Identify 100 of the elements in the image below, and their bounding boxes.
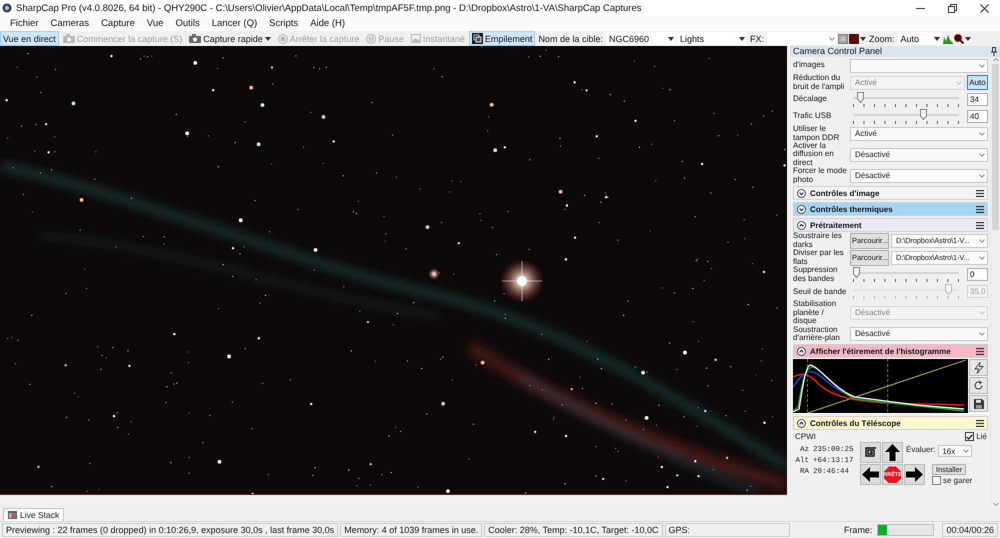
field-label: Réduction du bruit de l'ampli [793,74,846,91]
scrollbar[interactable] [990,57,1000,507]
swatch-icon[interactable] [838,34,848,44]
value-field[interactable]: 0 [967,268,988,282]
field-label: Seuil de bande [793,288,848,296]
chevron-down-icon[interactable] [797,204,806,214]
toolbar-button[interactable]: Capture rapide [186,31,274,46]
status-text: Previewing : 22 frames (0 dropped) in 0:10:26,9, exposure 30,0s , last frame 30,0s [2,523,338,537]
status-text: Memory: 4 of 1039 frames in use. [340,523,482,537]
menu-icon[interactable] [976,222,984,229]
menu-icon[interactable] [976,206,984,213]
camera-icon [62,34,75,43]
pin-icon[interactable] [991,47,997,56]
chevron-down-icon[interactable] [797,188,806,198]
menu-item[interactable]: Outils [169,16,206,31]
spiral-button[interactable] [860,442,881,464]
mount-name: CPWI [795,432,816,442]
section-title: Contrôles thermiques [810,204,894,214]
dropdown[interactable]: Désactivé [850,168,988,183]
checkbox[interactable] [965,432,974,442]
field-label: Soustraction d'arrière-plan [793,326,841,342]
chevron-up-icon[interactable] [797,418,806,428]
target-combo[interactable]: NGC6960 [606,32,676,45]
arrow-right-icon [906,467,923,482]
menu-item[interactable]: Scripts [263,16,304,31]
status-text: Cooler: 28%, Temp: -10,1C, Target: -10,0C [484,523,663,537]
field-label: d'images [793,61,826,70]
window-title: SharpCap Pro (v4.0.8026, 64 bit) - QHY290C - C:\Users\Olivier\AppData\Local\Temp\tmpAF5F.tmp.png - D:\Dropbox\Astro\1-VA\SharpCap Captures [16,2,643,14]
section-title: Prétraitement [810,220,863,230]
close-icon [980,4,988,12]
tab[interactable]: Live Stack [3,508,64,521]
menu-item[interactable]: Lancer (Q) [206,16,264,31]
menu-icon[interactable] [976,190,984,197]
caret-icon[interactable] [964,36,970,40]
field-label: Utiliser le tampon DDR [793,125,840,142]
section-title: Contrôles du Téléscope [810,418,902,428]
field-label: Nom de la cible: [537,34,604,44]
scrollbar-thumb[interactable] [992,64,999,230]
dropdown[interactable]: Désactivé [850,148,988,162]
arrow-left-button[interactable] [860,464,881,486]
status-text: 00:04/00:26 [942,523,998,537]
menu-item[interactable]: Cameras [44,16,96,31]
field-label: Évaluer: [906,445,936,454]
caret-icon[interactable] [668,36,674,40]
field-label: Stabilisation planète / disque [793,300,838,326]
spiral-icon [864,446,877,460]
restore-icon [948,4,956,12]
caret-icon[interactable] [738,36,745,40]
pause-icon [366,34,376,44]
slider-thumb[interactable] [853,267,860,278]
lightning-icon [974,362,984,374]
panel-title: Camera Control Panel [793,46,882,57]
frame-type-combo[interactable]: Lights [676,32,747,45]
zoom-combo[interactable]: Auto [898,32,942,45]
section-title: Afficher l'étirement de l'histogramme [810,346,952,356]
menu-item[interactable]: Vue [140,16,170,31]
menu-icon[interactable] [976,348,984,355]
field-label: Décalage [793,95,828,104]
dropdown[interactable]: Désactivé [850,326,988,341]
field-label: Suppression des bandes [793,266,838,284]
menu-item[interactable]: Fichier [4,16,45,31]
checkbox-label: Lié [976,432,987,442]
layers-icon [472,33,483,44]
menu-item[interactable]: Aide (H) [304,16,352,31]
chevron-up-icon[interactable] [797,346,806,356]
swatch-icon[interactable] [848,34,859,44]
slider-thumb[interactable] [920,109,928,120]
arrow-right-button[interactable] [904,464,925,486]
reset-button[interactable] [969,377,988,394]
dropdown[interactable]: Activé [850,126,988,140]
caret-icon[interactable] [934,36,940,40]
value-field[interactable]: 40 [967,110,988,123]
section-title: Contrôles d'image [810,188,880,198]
slider-thumb[interactable] [856,92,864,103]
magnifier-icon[interactable] [954,34,964,44]
refresh-icon [973,380,984,392]
field-label: FX: [748,34,765,44]
checkbox[interactable] [932,476,941,486]
checkmark-icon [966,434,974,440]
arrow-left-icon [862,467,879,482]
caret-icon[interactable] [860,36,866,40]
caret-icon[interactable] [264,36,271,40]
status-text: GPS: [664,523,790,537]
camera-icon [189,34,202,43]
value-field[interactable]: 34 [967,93,988,106]
checkbox-label: se garer [943,476,972,486]
dropdown[interactable]: 16x [938,445,972,458]
menu-icon[interactable] [976,420,984,427]
auto-stretch-button[interactable] [969,359,988,376]
save-icon [974,398,984,409]
field-label: Zoom: [868,34,896,44]
toolbar-button[interactable]: Empilement [468,31,536,46]
toolbar-button[interactable]: Vue en direct [0,31,59,46]
save-button[interactable] [969,395,988,412]
arrow-up-button[interactable] [882,442,903,464]
field-label: Soustraire les darks [793,232,843,249]
field-label: Trafic USB [793,112,832,121]
menu-item[interactable]: Capture [95,16,141,31]
picture-icon [410,34,421,43]
chevron-up-icon[interactable] [797,220,806,230]
